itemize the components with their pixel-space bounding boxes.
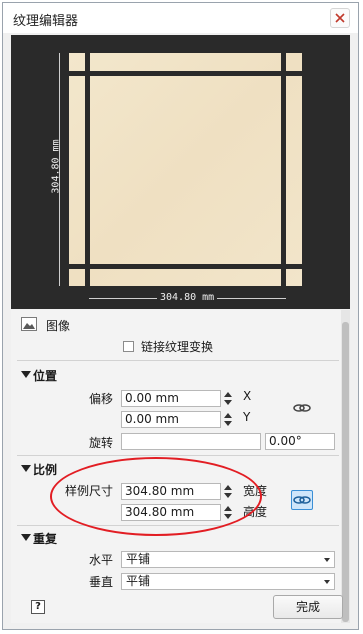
vertical-repeat-value: 平铺 (126, 574, 151, 588)
link-transform-checkbox[interactable] (123, 341, 134, 352)
image-label: 图像 (46, 319, 71, 333)
offset-y-spinner[interactable] (222, 411, 234, 428)
help-button[interactable]: ? (31, 600, 45, 614)
window-title: 纹理编辑器 (13, 14, 79, 29)
link-transform-label: 链接纹理变换 (141, 340, 214, 354)
position-collapse-icon[interactable] (21, 371, 31, 378)
image-icon[interactable] (21, 317, 37, 331)
vertical-repeat-select[interactable]: 平铺 (121, 573, 335, 590)
height-dimension-label: 304.80 mm (50, 139, 62, 194)
scrollbar-thumb[interactable] (342, 322, 349, 622)
texture-editor-window: 纹理编辑器 304.80 mm 304.80 mm 图像 链接纹理变换 位置 偏… (2, 2, 359, 630)
rotate-slider[interactable] (121, 433, 261, 450)
offset-label: 偏移 (89, 392, 114, 406)
scrollbar[interactable] (341, 310, 350, 623)
chain-link-icon (293, 496, 311, 504)
annotation-ellipse (50, 457, 262, 536)
chevron-down-icon (324, 558, 330, 562)
scale-section-title: 比例 (33, 463, 58, 477)
chain-link-icon (293, 404, 311, 412)
x-axis-label: X (243, 389, 252, 403)
position-section-title: 位置 (33, 369, 58, 383)
close-icon (335, 13, 345, 23)
done-button[interactable]: 完成 (273, 595, 343, 619)
horizontal-repeat-value: 平铺 (126, 552, 151, 566)
rotate-label: 旋转 (89, 436, 114, 450)
title-bar: 纹理编辑器 (3, 3, 358, 33)
horizontal-repeat-select[interactable]: 平铺 (121, 551, 335, 568)
repeat-section-title: 重复 (33, 532, 58, 546)
scale-collapse-icon[interactable] (21, 465, 31, 472)
vertical-label: 垂直 (89, 575, 114, 589)
y-axis-label: Y (243, 410, 251, 424)
rotate-angle-input[interactable]: 0.00° (265, 433, 335, 450)
close-button[interactable] (330, 8, 350, 28)
scale-link-button[interactable] (291, 490, 313, 510)
horizontal-label: 水平 (89, 553, 114, 567)
offset-link-button[interactable] (291, 398, 313, 418)
offset-x-input[interactable]: 0.00 mm (121, 390, 221, 407)
offset-y-input[interactable]: 0.00 mm (121, 411, 221, 428)
width-dimension-label: 304.80 mm (157, 292, 218, 303)
texture-tile (69, 53, 302, 286)
repeat-collapse-icon[interactable] (21, 534, 31, 541)
texture-preview[interactable]: 304.80 mm 304.80 mm (11, 35, 350, 309)
chevron-down-icon (324, 580, 330, 584)
offset-x-spinner[interactable] (222, 390, 234, 407)
